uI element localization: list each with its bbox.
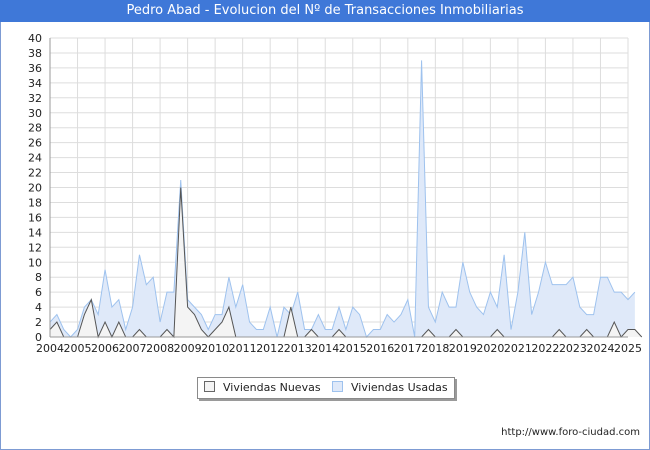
y-tick-label: 28: [28, 122, 42, 135]
x-tick-label: 2025: [614, 342, 642, 355]
legend-item-usadas: Viviendas Usadas: [332, 381, 448, 395]
x-tick-label: 2004: [36, 342, 64, 355]
y-tick-label: 12: [28, 241, 42, 254]
x-tick-label: 2007: [119, 342, 147, 355]
y-tick-label: 16: [28, 211, 42, 224]
x-tick-label: 2022: [531, 342, 559, 355]
y-tick-label: 20: [28, 182, 42, 195]
y-tick-label: 36: [28, 62, 42, 75]
x-tick-label: 2020: [476, 342, 504, 355]
legend-label-usadas: Viviendas Usadas: [351, 381, 448, 394]
y-tick-label: 18: [28, 196, 42, 209]
y-tick-label: 38: [28, 47, 42, 60]
y-tick-label: 26: [28, 137, 42, 150]
chart-legend: Viviendas Nuevas Viviendas Usadas: [197, 377, 455, 399]
x-tick-label: 2008: [146, 342, 174, 355]
footer-url: http://www.foro-ciudad.com: [501, 427, 640, 438]
x-tick-label: 2023: [559, 342, 587, 355]
x-tick-label: 2015: [339, 342, 367, 355]
x-tick-label: 2009: [174, 342, 202, 355]
y-tick-label: 32: [28, 92, 42, 105]
legend-label-nuevas: Viviendas Nuevas: [223, 381, 321, 394]
x-tick-label: 2016: [366, 342, 394, 355]
y-tick-label: 10: [28, 256, 42, 269]
y-tick-label: 22: [28, 167, 42, 180]
x-tick-label: 2021: [504, 342, 532, 355]
x-tick-label: 2013: [284, 342, 312, 355]
legend-swatch-nuevas: [204, 381, 215, 392]
x-tick-label: 2006: [91, 342, 119, 355]
y-tick-label: 34: [28, 77, 42, 90]
y-tick-label: 24: [28, 152, 42, 165]
x-tick-label: 2019: [449, 342, 477, 355]
y-tick-label: 30: [28, 107, 42, 120]
y-tick-label: 8: [35, 271, 42, 284]
x-tick-label: 2017: [394, 342, 422, 355]
legend-swatch-usadas: [332, 381, 343, 392]
x-tick-label: 2005: [64, 342, 92, 355]
legend-item-nuevas: Viviendas Nuevas: [204, 381, 321, 395]
y-tick-label: 4: [35, 301, 42, 314]
x-tick-label: 2010: [201, 342, 229, 355]
x-tick-label: 2018: [421, 342, 449, 355]
y-tick-label: 14: [28, 226, 42, 239]
y-tick-label: 6: [35, 286, 42, 299]
x-tick-label: 2011: [229, 342, 257, 355]
x-tick-label: 2012: [256, 342, 284, 355]
x-tick-label: 2014: [311, 342, 339, 355]
y-tick-label: 40: [28, 32, 42, 45]
y-tick-label: 2: [35, 316, 42, 329]
x-tick-label: 2024: [586, 342, 614, 355]
